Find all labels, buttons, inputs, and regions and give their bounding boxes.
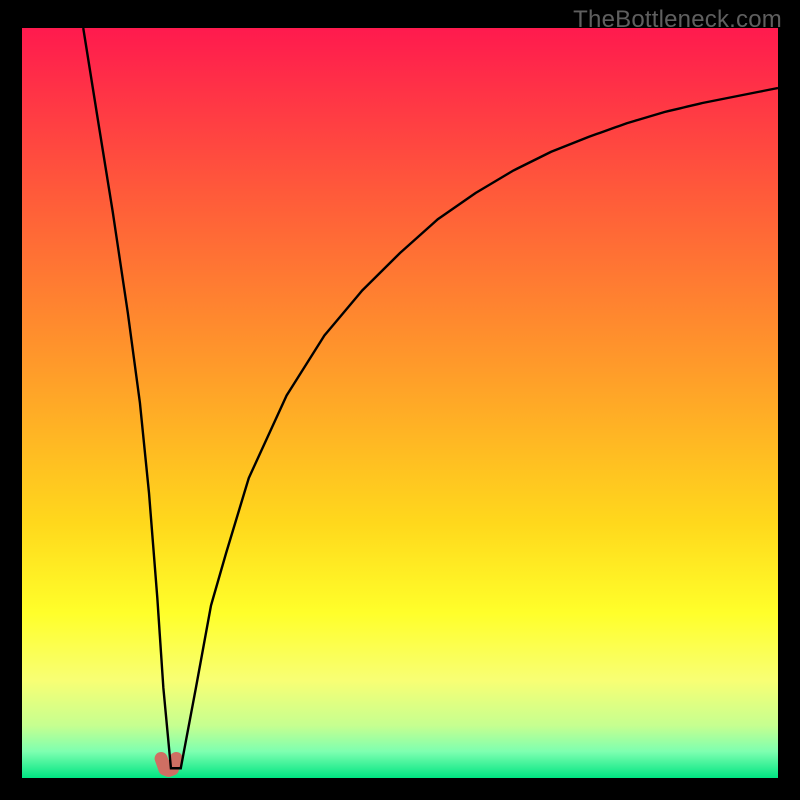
gradient-background [22,28,778,778]
chart-svg [22,28,778,778]
chart-frame: TheBottleneck.com [0,0,800,800]
